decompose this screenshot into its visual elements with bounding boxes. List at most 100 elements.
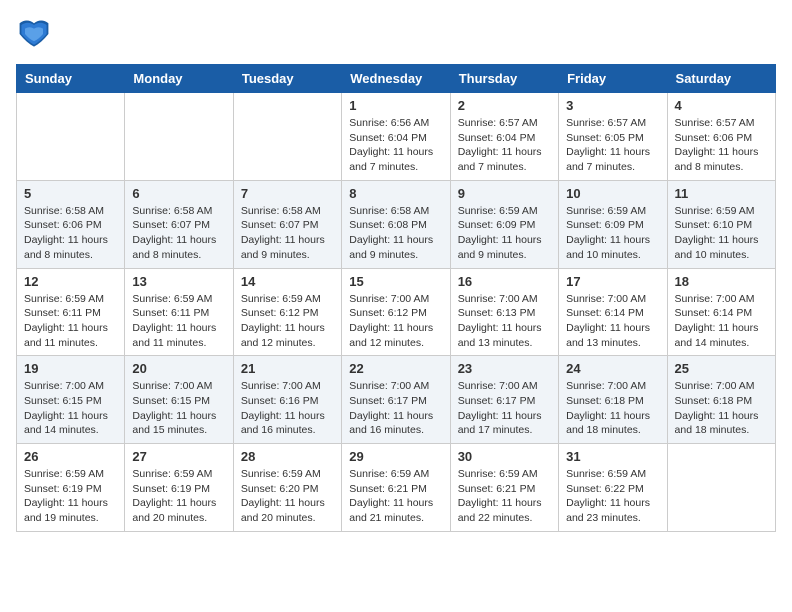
- daylight-label: Daylight: 11 hours and 21 minutes.: [349, 497, 433, 524]
- daylight-label: Daylight: 11 hours and 12 minutes.: [241, 322, 325, 349]
- daylight-label: Daylight: 11 hours and 13 minutes.: [566, 322, 650, 349]
- sunrise-label: Sunrise: 7:00 AM: [566, 293, 646, 305]
- day-number: 23: [458, 361, 551, 376]
- weekday-header-wednesday: Wednesday: [342, 65, 450, 93]
- sunrise-label: Sunrise: 6:58 AM: [241, 205, 321, 217]
- daylight-label: Daylight: 11 hours and 7 minutes.: [458, 146, 542, 173]
- sunset-label: Sunset: 6:06 PM: [24, 219, 102, 231]
- day-info: Sunrise: 7:00 AM Sunset: 6:13 PM Dayligh…: [458, 292, 551, 351]
- sunset-label: Sunset: 6:19 PM: [132, 483, 210, 495]
- sunrise-label: Sunrise: 7:00 AM: [349, 293, 429, 305]
- daylight-label: Daylight: 11 hours and 9 minutes.: [349, 234, 433, 261]
- day-info: Sunrise: 6:59 AM Sunset: 6:20 PM Dayligh…: [241, 467, 334, 526]
- day-number: 28: [241, 449, 334, 464]
- day-info: Sunrise: 6:59 AM Sunset: 6:09 PM Dayligh…: [566, 204, 659, 263]
- day-number: 29: [349, 449, 442, 464]
- sunrise-label: Sunrise: 6:59 AM: [241, 468, 321, 480]
- day-info: Sunrise: 7:00 AM Sunset: 6:17 PM Dayligh…: [349, 379, 442, 438]
- day-info: Sunrise: 6:57 AM Sunset: 6:06 PM Dayligh…: [675, 116, 768, 175]
- daylight-label: Daylight: 11 hours and 20 minutes.: [132, 497, 216, 524]
- day-info: Sunrise: 6:59 AM Sunset: 6:21 PM Dayligh…: [458, 467, 551, 526]
- day-info: Sunrise: 7:00 AM Sunset: 6:15 PM Dayligh…: [132, 379, 225, 438]
- day-info: Sunrise: 7:00 AM Sunset: 6:14 PM Dayligh…: [566, 292, 659, 351]
- calendar-cell: 23 Sunrise: 7:00 AM Sunset: 6:17 PM Dayl…: [450, 356, 558, 444]
- sunrise-label: Sunrise: 6:59 AM: [458, 468, 538, 480]
- calendar-cell: 27 Sunrise: 6:59 AM Sunset: 6:19 PM Dayl…: [125, 444, 233, 532]
- daylight-label: Daylight: 11 hours and 23 minutes.: [566, 497, 650, 524]
- calendar-cell: 30 Sunrise: 6:59 AM Sunset: 6:21 PM Dayl…: [450, 444, 558, 532]
- sunset-label: Sunset: 6:12 PM: [241, 307, 319, 319]
- daylight-label: Daylight: 11 hours and 13 minutes.: [458, 322, 542, 349]
- calendar-cell: 15 Sunrise: 7:00 AM Sunset: 6:12 PM Dayl…: [342, 268, 450, 356]
- sunset-label: Sunset: 6:09 PM: [566, 219, 644, 231]
- day-number: 21: [241, 361, 334, 376]
- daylight-label: Daylight: 11 hours and 11 minutes.: [132, 322, 216, 349]
- weekday-header-tuesday: Tuesday: [233, 65, 341, 93]
- calendar-cell: 18 Sunrise: 7:00 AM Sunset: 6:14 PM Dayl…: [667, 268, 775, 356]
- day-number: 3: [566, 98, 659, 113]
- sunset-label: Sunset: 6:11 PM: [132, 307, 209, 319]
- day-number: 14: [241, 274, 334, 289]
- day-number: 13: [132, 274, 225, 289]
- sunrise-label: Sunrise: 6:59 AM: [566, 205, 646, 217]
- sunrise-label: Sunrise: 6:58 AM: [24, 205, 104, 217]
- logo: [16, 16, 58, 52]
- day-info: Sunrise: 6:57 AM Sunset: 6:04 PM Dayligh…: [458, 116, 551, 175]
- day-info: Sunrise: 7:00 AM Sunset: 6:14 PM Dayligh…: [675, 292, 768, 351]
- calendar-cell: 22 Sunrise: 7:00 AM Sunset: 6:17 PM Dayl…: [342, 356, 450, 444]
- calendar-cell: [667, 444, 775, 532]
- sunrise-label: Sunrise: 7:00 AM: [675, 380, 755, 392]
- day-info: Sunrise: 6:59 AM Sunset: 6:11 PM Dayligh…: [132, 292, 225, 351]
- weekday-header-sunday: Sunday: [17, 65, 125, 93]
- day-number: 27: [132, 449, 225, 464]
- daylight-label: Daylight: 11 hours and 16 minutes.: [349, 410, 433, 437]
- calendar-cell: 31 Sunrise: 6:59 AM Sunset: 6:22 PM Dayl…: [559, 444, 667, 532]
- sunset-label: Sunset: 6:07 PM: [132, 219, 210, 231]
- day-info: Sunrise: 7:00 AM Sunset: 6:16 PM Dayligh…: [241, 379, 334, 438]
- sunset-label: Sunset: 6:17 PM: [458, 395, 536, 407]
- daylight-label: Daylight: 11 hours and 14 minutes.: [675, 322, 759, 349]
- day-info: Sunrise: 6:59 AM Sunset: 6:21 PM Dayligh…: [349, 467, 442, 526]
- sunrise-label: Sunrise: 7:00 AM: [675, 293, 755, 305]
- day-info: Sunrise: 7:00 AM Sunset: 6:17 PM Dayligh…: [458, 379, 551, 438]
- daylight-label: Daylight: 11 hours and 11 minutes.: [24, 322, 108, 349]
- sunset-label: Sunset: 6:18 PM: [566, 395, 644, 407]
- daylight-label: Daylight: 11 hours and 14 minutes.: [24, 410, 108, 437]
- sunset-label: Sunset: 6:08 PM: [349, 219, 427, 231]
- daylight-label: Daylight: 11 hours and 8 minutes.: [675, 146, 759, 173]
- calendar-cell: [233, 93, 341, 181]
- sunrise-label: Sunrise: 7:00 AM: [24, 380, 104, 392]
- calendar-cell: 1 Sunrise: 6:56 AM Sunset: 6:04 PM Dayli…: [342, 93, 450, 181]
- day-number: 9: [458, 186, 551, 201]
- day-info: Sunrise: 6:58 AM Sunset: 6:08 PM Dayligh…: [349, 204, 442, 263]
- calendar-cell: 10 Sunrise: 6:59 AM Sunset: 6:09 PM Dayl…: [559, 180, 667, 268]
- day-number: 6: [132, 186, 225, 201]
- calendar-cell: 26 Sunrise: 6:59 AM Sunset: 6:19 PM Dayl…: [17, 444, 125, 532]
- calendar-cell: 7 Sunrise: 6:58 AM Sunset: 6:07 PM Dayli…: [233, 180, 341, 268]
- calendar-cell: 12 Sunrise: 6:59 AM Sunset: 6:11 PM Dayl…: [17, 268, 125, 356]
- daylight-label: Daylight: 11 hours and 10 minutes.: [675, 234, 759, 261]
- sunrise-label: Sunrise: 7:00 AM: [132, 380, 212, 392]
- day-info: Sunrise: 6:59 AM Sunset: 6:22 PM Dayligh…: [566, 467, 659, 526]
- sunset-label: Sunset: 6:21 PM: [349, 483, 427, 495]
- day-number: 18: [675, 274, 768, 289]
- day-number: 31: [566, 449, 659, 464]
- day-number: 24: [566, 361, 659, 376]
- calendar-cell: 2 Sunrise: 6:57 AM Sunset: 6:04 PM Dayli…: [450, 93, 558, 181]
- sunrise-label: Sunrise: 6:59 AM: [458, 205, 538, 217]
- calendar-cell: 17 Sunrise: 7:00 AM Sunset: 6:14 PM Dayl…: [559, 268, 667, 356]
- day-info: Sunrise: 6:58 AM Sunset: 6:06 PM Dayligh…: [24, 204, 117, 263]
- sunset-label: Sunset: 6:12 PM: [349, 307, 427, 319]
- day-number: 15: [349, 274, 442, 289]
- calendar-cell: 24 Sunrise: 7:00 AM Sunset: 6:18 PM Dayl…: [559, 356, 667, 444]
- calendar-cell: 5 Sunrise: 6:58 AM Sunset: 6:06 PM Dayli…: [17, 180, 125, 268]
- daylight-label: Daylight: 11 hours and 7 minutes.: [349, 146, 433, 173]
- calendar-cell: [17, 93, 125, 181]
- day-number: 26: [24, 449, 117, 464]
- sunrise-label: Sunrise: 7:00 AM: [349, 380, 429, 392]
- calendar-cell: 3 Sunrise: 6:57 AM Sunset: 6:05 PM Dayli…: [559, 93, 667, 181]
- day-info: Sunrise: 6:59 AM Sunset: 6:11 PM Dayligh…: [24, 292, 117, 351]
- day-number: 22: [349, 361, 442, 376]
- day-info: Sunrise: 6:59 AM Sunset: 6:19 PM Dayligh…: [132, 467, 225, 526]
- sunset-label: Sunset: 6:21 PM: [458, 483, 536, 495]
